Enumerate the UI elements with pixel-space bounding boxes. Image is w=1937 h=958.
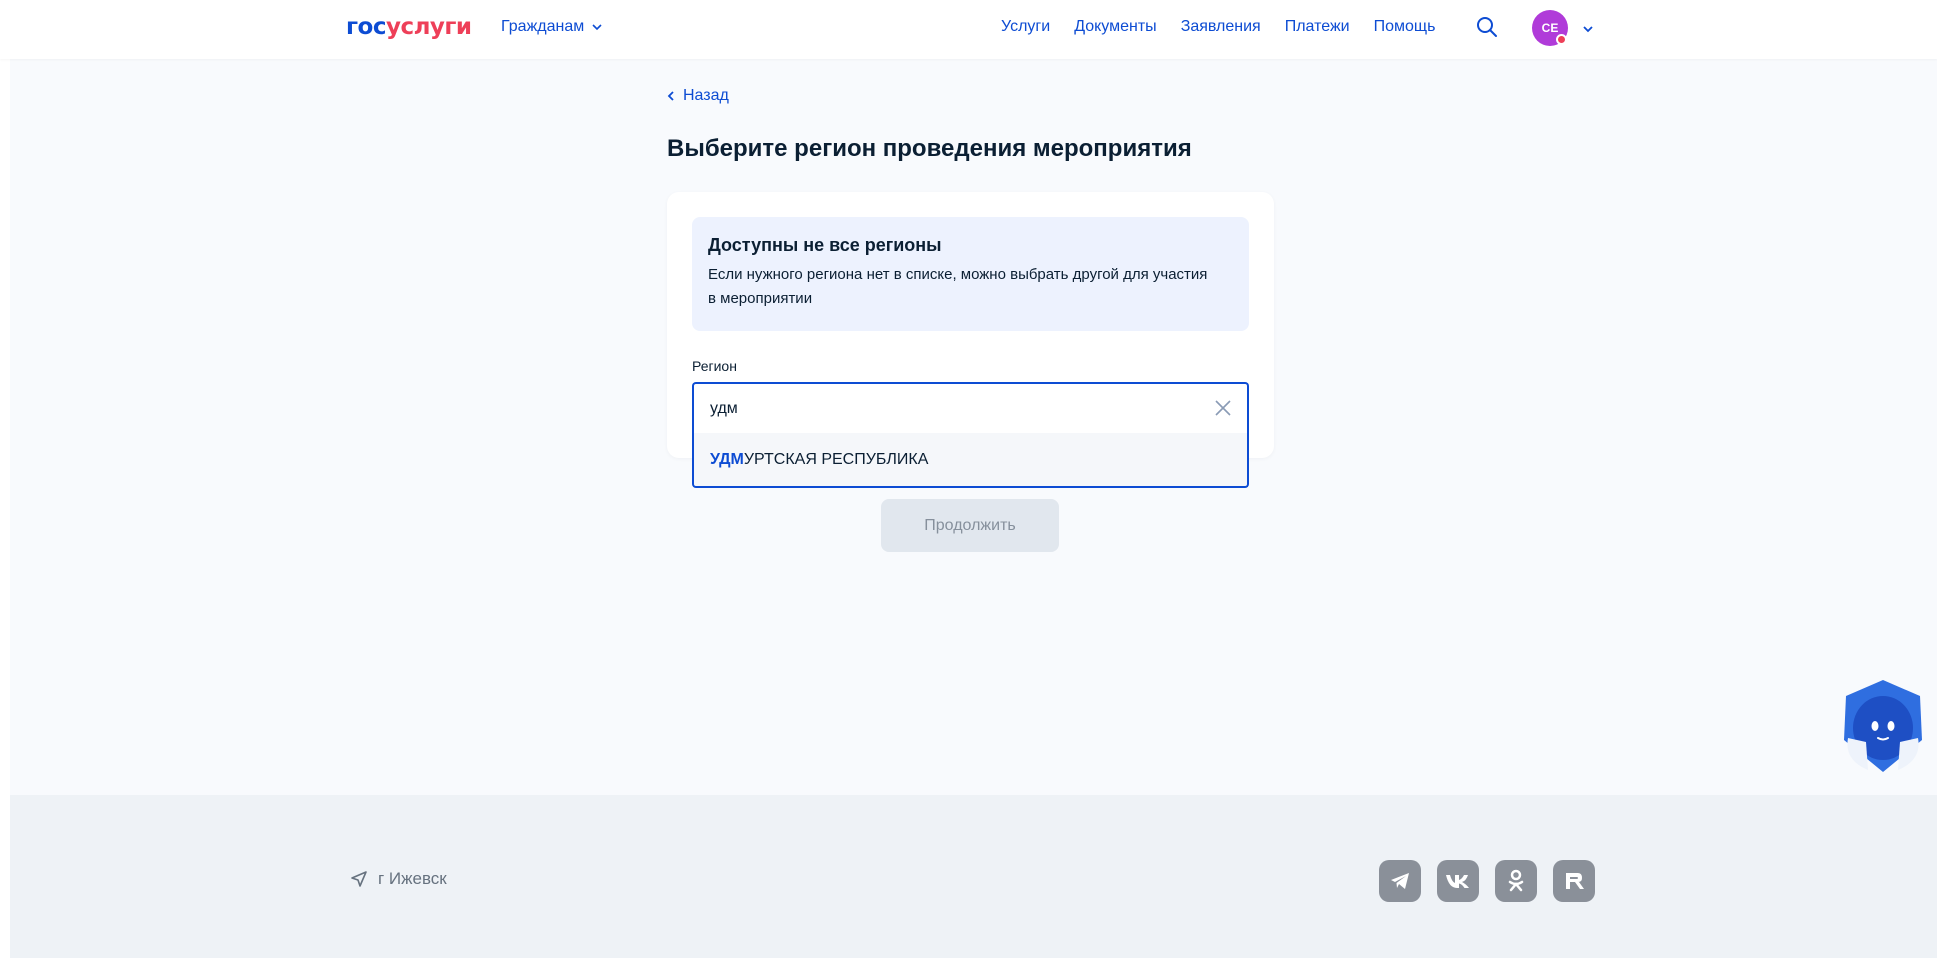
main-nav: Услуги Документы Заявления Платежи Помощ…	[1001, 17, 1435, 37]
info-banner: Доступны не все регионы Если нужного рег…	[692, 217, 1249, 331]
region-suggestions: УДМ УРТСКАЯ РЕСПУБЛИКА	[692, 433, 1249, 488]
page-title: Выберите регион проведения мероприятия	[667, 135, 1192, 162]
location-arrow-icon	[351, 871, 367, 887]
suggestion-rest: УРТСКАЯ РЕСПУБЛИКА	[743, 450, 929, 468]
audience-label: Гражданам	[501, 18, 585, 35]
nav-documents[interactable]: Документы	[1074, 17, 1156, 37]
audience-dropdown[interactable]: Гражданам	[501, 17, 602, 37]
footer	[10, 795, 1937, 958]
region-input[interactable]	[710, 384, 1190, 434]
suggestion-match: УДМ	[710, 450, 744, 468]
close-icon[interactable]	[1213, 398, 1233, 418]
suggestion-option[interactable]: УДМ УРТСКАЯ РЕСПУБЛИКА	[710, 433, 1230, 486]
nav-services[interactable]: Услуги	[1001, 17, 1050, 37]
header: госуслуги Гражданам Услуги Документы Зая…	[0, 0, 1937, 59]
continue-button[interactable]: Продолжить	[881, 499, 1059, 552]
info-title: Доступны не все регионы	[708, 235, 942, 255]
nav-payments[interactable]: Платежи	[1285, 17, 1350, 37]
info-text: Если нужного региона нет в списке, можно…	[708, 266, 1208, 307]
chevron-down-icon	[592, 24, 602, 31]
region-field	[692, 382, 1249, 434]
chevron-down-icon[interactable]	[1582, 23, 1594, 35]
vk-icon[interactable]	[1437, 860, 1479, 902]
social-links	[1379, 860, 1595, 902]
telegram-icon[interactable]	[1379, 860, 1421, 902]
city-label: г Ижевск	[378, 869, 447, 888]
odnoklassniki-icon[interactable]	[1495, 860, 1537, 902]
region-label: Регион	[692, 358, 737, 374]
nav-applications[interactable]: Заявления	[1181, 17, 1261, 37]
back-label: Назад	[683, 87, 729, 104]
city-selector[interactable]: г Ижевск	[350, 869, 447, 889]
notification-dot	[1556, 34, 1567, 45]
search-icon[interactable]	[1476, 16, 1498, 38]
assistant-robot-icon[interactable]	[1838, 678, 1928, 774]
back-link[interactable]: Назад	[667, 86, 729, 106]
chevron-left-icon	[667, 91, 674, 101]
nav-help[interactable]: Помощь	[1374, 17, 1436, 37]
rutube-icon[interactable]	[1553, 860, 1595, 902]
gosuslugi-logo[interactable]: госуслуги	[346, 12, 472, 42]
